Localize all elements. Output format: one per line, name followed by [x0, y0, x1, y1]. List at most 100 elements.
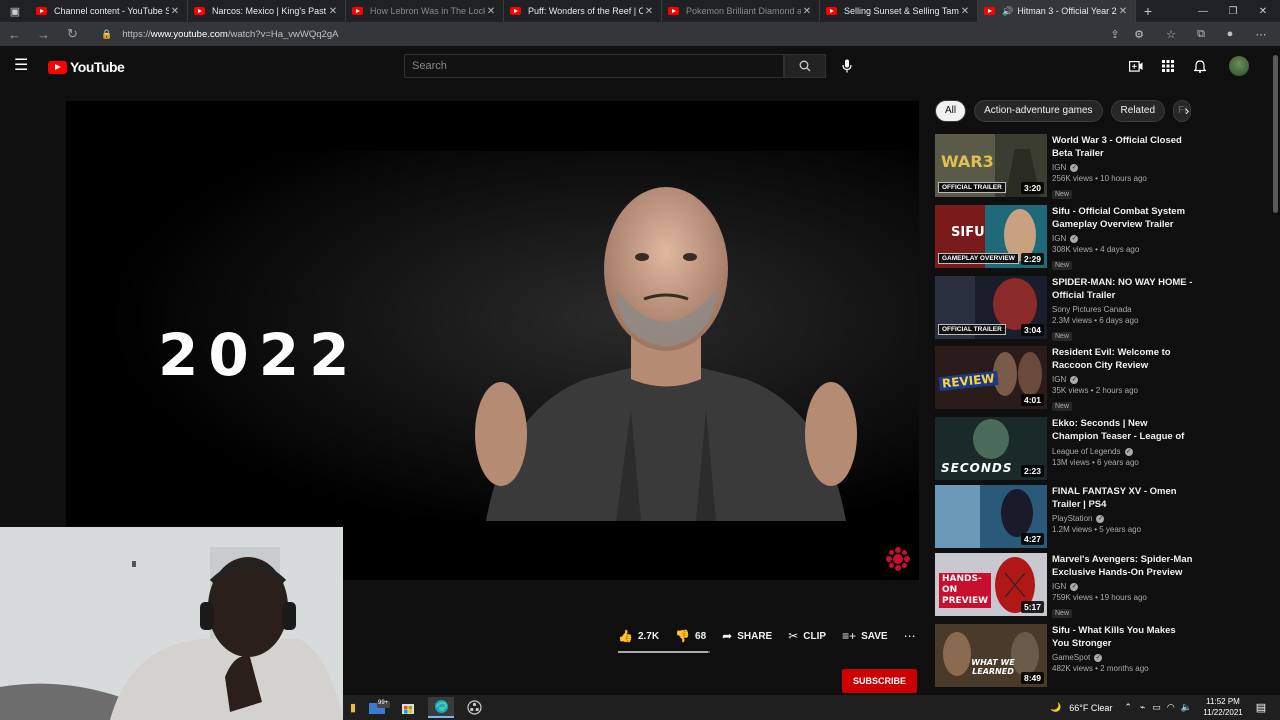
close-tab-icon[interactable]: ✕	[959, 6, 971, 17]
dislike-button[interactable]: 👎 68	[675, 629, 706, 643]
browser-tab-active[interactable]: 🔊 Hitman 3 - Official Year 2 A ✕	[978, 0, 1136, 22]
notification-center-icon[interactable]: ▤	[1248, 697, 1274, 718]
recommendation-item[interactable]: SECONDS 2:23 Ekko: Seconds | New Champio…	[935, 417, 1195, 483]
browser-tab[interactable]: Pokemon Brilliant Diamond and ✕	[662, 0, 820, 22]
share-button[interactable]: ➦ SHARE	[722, 629, 772, 643]
recommendation-item[interactable]: WHAT WE LEARNED 8:49 Sifu - What Kills Y…	[935, 624, 1195, 690]
store-icon[interactable]	[395, 697, 421, 718]
subscribe-button[interactable]: SUBSCRIBE	[842, 669, 917, 693]
video-thumbnail[interactable]: REVIEW 4:01	[935, 346, 1047, 409]
edge-browser-icon[interactable]	[428, 697, 454, 718]
profile-icon[interactable]: ●	[1216, 22, 1244, 46]
close-tab-icon[interactable]: ✕	[169, 6, 181, 17]
reload-icon[interactable]: ↻	[58, 22, 87, 46]
like-button[interactable]: 👍 2.7K	[618, 629, 659, 643]
recommendation-item[interactable]: OFFICIAL TRAILER 3:04 SPIDER-MAN: NO WAY…	[935, 276, 1195, 342]
video-title[interactable]: World War 3 - Official Closed Beta Trail…	[1052, 134, 1195, 160]
video-thumbnail[interactable]: WHAT WE LEARNED 8:49	[935, 624, 1047, 687]
recommendation-item[interactable]: 4:27 FINAL FANTASY XV - Omen Trailer | P…	[935, 485, 1195, 551]
video-title[interactable]: Ekko: Seconds | New Champion Teaser - Le…	[1052, 417, 1195, 444]
menu-icon[interactable]: ☰	[14, 57, 32, 75]
channel-name[interactable]: GameSpot	[1052, 653, 1090, 662]
mail-app-icon[interactable]: 99+	[366, 697, 392, 718]
close-tab-icon[interactable]: ✕	[643, 6, 655, 17]
taskbar-clock[interactable]: 11:52 PM 11/22/2021	[1203, 696, 1243, 718]
recommendation-item[interactable]: SIFU GAMEPLAY OVERVIEW 2:29 Sifu - Offic…	[935, 205, 1195, 271]
volume-icon[interactable]: 🔈	[1181, 702, 1192, 713]
collections-icon[interactable]: ⧉	[1187, 22, 1215, 46]
video-thumbnail[interactable]: OFFICIAL TRAILER 3:04	[935, 276, 1047, 339]
speaker-icon[interactable]: 🔊	[1002, 6, 1013, 17]
channel-name[interactable]: IGN	[1052, 163, 1066, 172]
search-button[interactable]	[784, 54, 826, 78]
permissions-icon[interactable]: ⚙	[1125, 22, 1153, 46]
scrollbar-thumb[interactable]	[1273, 55, 1278, 213]
close-tab-icon[interactable]: ✕	[1117, 6, 1129, 17]
channel-name[interactable]: IGN	[1052, 234, 1066, 243]
create-video-icon[interactable]	[1126, 56, 1146, 76]
chevron-right-icon[interactable]: ›	[1178, 102, 1196, 120]
url-field[interactable]: 🔒 https://www.youtube.com/watch?v=Ha_vwW…	[101, 29, 338, 40]
video-thumbnail[interactable]: SIFU GAMEPLAY OVERVIEW 2:29	[935, 205, 1047, 268]
apps-grid-icon[interactable]	[1158, 56, 1178, 76]
wifi-icon[interactable]: ◠	[1167, 702, 1175, 713]
video-title[interactable]: Resident Evil: Welcome to Raccoon City R…	[1052, 346, 1195, 372]
clip-button[interactable]: ✂ CLIP	[788, 629, 826, 643]
recommendation-item[interactable]: WAR3 OFFICIAL TRAILER 3:20 World War 3 -…	[935, 134, 1195, 200]
youtube-logo[interactable]: YouTube	[48, 59, 125, 75]
recommendation-item[interactable]: REVIEW 4:01 Resident Evil: Welcome to Ra…	[935, 346, 1195, 412]
network-icon[interactable]: ⌁	[1140, 702, 1145, 713]
close-tab-icon[interactable]: ✕	[485, 6, 497, 17]
back-icon[interactable]: ←	[0, 22, 29, 46]
channel-name[interactable]: League of Legends	[1052, 447, 1121, 456]
search-input[interactable]: Search	[404, 54, 784, 78]
forward-icon[interactable]: →	[29, 22, 58, 46]
new-tab-button[interactable]: +	[1136, 3, 1160, 19]
video-title[interactable]: Marvel's Avengers: Spider-Man Exclusive …	[1052, 553, 1195, 579]
video-title[interactable]: FINAL FANTASY XV - Omen Trailer | PS4	[1052, 485, 1195, 511]
weather-moon-icon[interactable]: 🌙	[1050, 702, 1061, 713]
browser-tab[interactable]: Channel content - YouTube Studio✕	[30, 0, 188, 22]
file-explorer-icon[interactable]: ▮	[340, 697, 366, 718]
browser-tab[interactable]: Selling Sunset & Selling Tampa ✕	[820, 0, 978, 22]
browser-menu-icon[interactable]: ⋯	[1247, 22, 1275, 46]
url-host: www.youtube.com	[150, 28, 228, 40]
show-hidden-icons-chevron-up-icon[interactable]: ⌃	[1124, 702, 1132, 713]
video-thumbnail[interactable]: WAR3 OFFICIAL TRAILER 3:20	[935, 134, 1047, 197]
weather-text[interactable]: 66°F Clear	[1069, 703, 1112, 713]
video-player[interactable]: 2022	[66, 101, 919, 580]
voice-search-button[interactable]	[836, 55, 858, 77]
obs-app-icon[interactable]	[461, 697, 487, 718]
video-title[interactable]: SPIDER-MAN: NO WAY HOME - Official Trail…	[1052, 276, 1195, 302]
browser-tab[interactable]: Narcos: Mexico | King's Past: The✕	[188, 0, 346, 22]
channel-name[interactable]: IGN	[1052, 582, 1066, 591]
account-avatar[interactable]	[1229, 56, 1249, 76]
video-title[interactable]: Sifu - What Kills You Makes You Stronger	[1052, 624, 1195, 650]
chip-related[interactable]: Related	[1110, 100, 1165, 122]
video-thumbnail[interactable]: SECONDS 2:23	[935, 417, 1047, 480]
channel-name[interactable]: IGN	[1052, 375, 1066, 384]
recommendation-item[interactable]: HANDS-ON PREVIEW 5:17 Marvel's Avengers:…	[935, 553, 1195, 619]
browser-tab[interactable]: Puff: Wonders of the Reef | Official✕	[504, 0, 662, 22]
close-window-icon[interactable]: ✕	[1248, 0, 1278, 22]
video-title[interactable]: Sifu - Official Combat System Gameplay O…	[1052, 205, 1195, 231]
video-thumbnail[interactable]: 4:27	[935, 485, 1047, 548]
chip-all[interactable]: All	[935, 100, 967, 122]
favorites-icon[interactable]: ☆	[1157, 22, 1185, 46]
close-tab-icon[interactable]: ✕	[801, 6, 813, 17]
save-button[interactable]: ≡+ SAVE	[842, 629, 888, 643]
channel-name[interactable]: Sony Pictures Canada	[1052, 305, 1132, 314]
video-thumbnail[interactable]: HANDS-ON PREVIEW 5:17	[935, 553, 1047, 616]
vpn-icon[interactable]: ▭	[1152, 702, 1161, 713]
ign-watermark-icon	[886, 547, 910, 571]
chip-action-adventure-games[interactable]: Action-adventure games	[974, 100, 1103, 122]
channel-name[interactable]: PlayStation	[1052, 514, 1092, 523]
tab-actions-icon[interactable]: ▣	[0, 0, 30, 22]
browser-tab[interactable]: How Lebron Was in The Locker ✕	[346, 0, 504, 22]
lock-icon[interactable]: 🔒	[101, 29, 112, 40]
minimize-icon[interactable]: —	[1188, 0, 1218, 22]
notifications-bell-icon[interactable]	[1190, 56, 1210, 76]
restore-icon[interactable]: ❐	[1218, 0, 1248, 22]
close-tab-icon[interactable]: ✕	[327, 6, 339, 17]
more-actions-button[interactable]: ⋯	[904, 629, 921, 643]
